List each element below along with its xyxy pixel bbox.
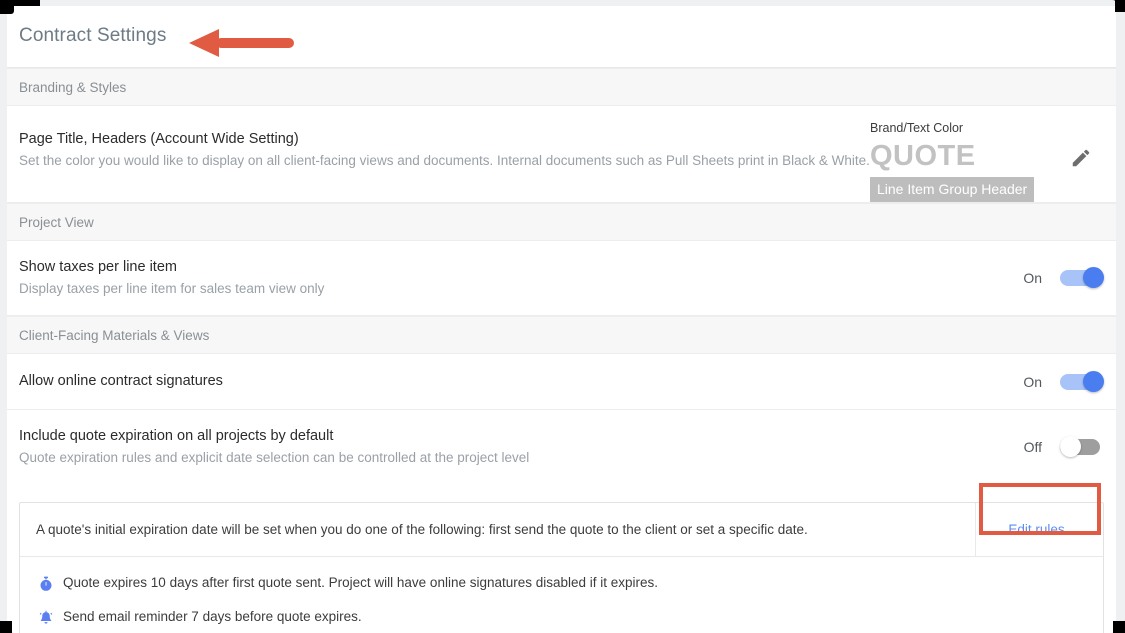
corner-mask-top-left: [0, 0, 14, 14]
annotation-arrow-icon: [189, 29, 294, 57]
list-item: Quote expires 10 days after first quote …: [20, 567, 1103, 601]
section-header-label: Project View: [19, 214, 94, 230]
row-allow-online-signatures: Allow online contract signatures On: [7, 354, 1116, 410]
corner-mask-top-right: [1115, 0, 1125, 12]
edit-brand-color-button[interactable]: [1058, 139, 1104, 169]
page-header: Contract Settings: [7, 6, 1116, 68]
row-title: Show taxes per line item: [19, 259, 177, 275]
toggle-state-label: On: [1023, 270, 1042, 286]
settings-page-card: Contract Settings Branding & Styles Page…: [0, 0, 1125, 633]
expiration-rules-card: A quote's initial expiration date will b…: [19, 483, 1104, 633]
row-text-block: Include quote expiration on all projects…: [19, 410, 1010, 484]
corner-mask-bottom-left: [0, 621, 12, 633]
brand-sample-chip: Line Item Group Header: [870, 177, 1035, 202]
row-subtitle: Set the color you would like to display …: [19, 153, 870, 168]
row-text-block: Allow online contract signatures: [19, 354, 1010, 408]
section-header-project-view: Project View: [7, 203, 1116, 241]
row-include-quote-expiration: Include quote expiration on all projects…: [7, 410, 1116, 484]
row-title: Allow online contract signatures: [19, 373, 223, 389]
brand-sample-heading: QUOTE: [870, 140, 976, 172]
edit-rules-cell[interactable]: Edit rules: [975, 503, 1097, 556]
row-text-block: Page Title, Headers (Account Wide Settin…: [19, 106, 870, 187]
section-header-branding: Branding & Styles: [7, 68, 1116, 106]
toggle-state-label: Off: [1023, 439, 1042, 455]
row-title: Page Title, Headers (Account Wide Settin…: [19, 131, 299, 147]
toggle-include-quote-expiration[interactable]: [1060, 436, 1104, 458]
expiration-rules-header: A quote's initial expiration date will b…: [20, 483, 1103, 557]
row-show-taxes-per-line-item: Show taxes per line item Display taxes p…: [7, 241, 1116, 316]
edit-rules-link[interactable]: Edit rules: [1008, 522, 1064, 537]
toggle-show-taxes[interactable]: [1060, 267, 1104, 289]
section-header-label: Client-Facing Materials & Views: [19, 327, 210, 343]
expiration-rules-list: Quote expires 10 days after first quote …: [20, 557, 1103, 633]
toggle-cell: On: [1010, 370, 1104, 393]
toggle-state-label: On: [1023, 373, 1042, 390]
corner-mask-bottom-right: [1113, 621, 1125, 633]
row-subtitle: Display taxes per line item for sales te…: [19, 281, 325, 296]
list-item: Send email reminder 7 days before quote …: [20, 601, 1103, 633]
row-subtitle: Quote expiration rules and explicit date…: [19, 450, 530, 465]
list-item-text: Send email reminder 7 days before quote …: [63, 609, 362, 624]
toggle-allow-online-signatures[interactable]: [1060, 370, 1104, 393]
toggle-knob: [1083, 267, 1104, 288]
row-text-block: Show taxes per line item Display taxes p…: [19, 241, 1010, 315]
pencil-icon: [1072, 149, 1090, 167]
toggle-knob: [1060, 436, 1081, 457]
page-background-left: [0, 6, 7, 633]
section-header-client-facing: Client-Facing Materials & Views: [7, 316, 1116, 354]
row-title: Include quote expiration on all projects…: [19, 428, 334, 444]
toggle-knob: [1083, 370, 1104, 392]
brand-color-label: Brand/Text Color: [870, 121, 964, 135]
list-item-text: Quote expires 10 days after first quote …: [63, 575, 659, 590]
corner-mask-top-left-strip: [14, 0, 40, 6]
expiration-rules-description: A quote's initial expiration date will b…: [36, 522, 808, 537]
page-title: Contract Settings: [19, 25, 167, 46]
stopwatch-icon: [40, 576, 52, 591]
brand-color-preview: Brand/Text Color QUOTE Line Item Group H…: [870, 106, 1050, 202]
page-background-right: [1116, 6, 1125, 633]
settings-panel: Contract Settings Branding & Styles Page…: [7, 6, 1116, 633]
section-header-label: Branding & Styles: [19, 79, 127, 95]
toggle-cell: Off: [1010, 436, 1104, 458]
alarm-bell-icon: [39, 610, 53, 624]
row-page-title-headers: Page Title, Headers (Account Wide Settin…: [7, 106, 1116, 203]
expiration-rules-wrapper: A quote's initial expiration date will b…: [7, 483, 1116, 633]
toggle-cell: On: [1010, 267, 1104, 289]
